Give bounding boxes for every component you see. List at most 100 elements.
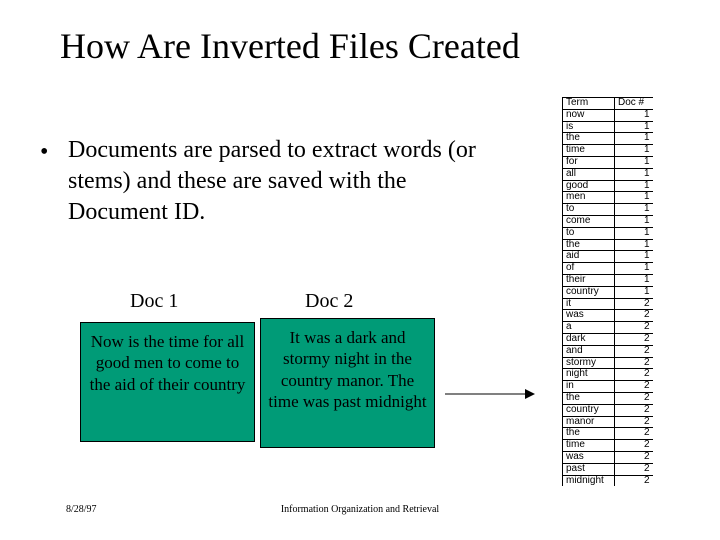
table-row: was2 bbox=[563, 451, 653, 463]
table-row: to1 bbox=[563, 227, 653, 239]
docnum-cell: 1 bbox=[615, 215, 653, 227]
docnum-cell: 1 bbox=[615, 180, 653, 192]
table-row: was2 bbox=[563, 310, 653, 322]
term-cell: to bbox=[563, 204, 615, 216]
doc1-box: Now is the time for all good men to come… bbox=[80, 322, 255, 442]
docnum-cell: 1 bbox=[615, 145, 653, 157]
term-cell: aid bbox=[563, 251, 615, 263]
term-cell: the bbox=[563, 392, 615, 404]
doc1-text: Now is the time for all good men to come… bbox=[87, 331, 248, 395]
docnum-cell: 1 bbox=[615, 121, 653, 133]
table-row: midnight2 bbox=[563, 475, 653, 486]
docnum-cell: 2 bbox=[615, 381, 653, 393]
doc2-box: It was a dark and stormy night in the co… bbox=[260, 318, 435, 448]
term-cell: time bbox=[563, 440, 615, 452]
term-cell: night bbox=[563, 369, 615, 381]
bullet-block: • Documents are parsed to extract words … bbox=[50, 135, 500, 229]
docnum-cell: 1 bbox=[615, 204, 653, 216]
footer-center: Information Organization and Retrieval bbox=[0, 504, 720, 515]
term-table: Term Doc # now1is1the1time1for1all1good1… bbox=[562, 97, 653, 486]
docnum-cell: 2 bbox=[615, 416, 653, 428]
term-cell: country bbox=[563, 286, 615, 298]
table-row: a2 bbox=[563, 322, 653, 334]
table-row: all1 bbox=[563, 168, 653, 180]
term-cell: all bbox=[563, 168, 615, 180]
docnum-cell: 1 bbox=[615, 227, 653, 239]
docnum-cell: 2 bbox=[615, 463, 653, 475]
docnum-cell: 2 bbox=[615, 404, 653, 416]
term-cell: country bbox=[563, 404, 615, 416]
table-row: now1 bbox=[563, 109, 653, 121]
term-cell: in bbox=[563, 381, 615, 393]
doc1-label: Doc 1 bbox=[130, 290, 178, 313]
table-row: come1 bbox=[563, 215, 653, 227]
term-cell: the bbox=[563, 239, 615, 251]
docnum-cell: 1 bbox=[615, 263, 653, 275]
term-cell: time bbox=[563, 145, 615, 157]
term-cell: to bbox=[563, 227, 615, 239]
docnum-cell: 2 bbox=[615, 428, 653, 440]
docnum-cell: 1 bbox=[615, 251, 653, 263]
docnum-cell: 2 bbox=[615, 392, 653, 404]
term-cell: men bbox=[563, 192, 615, 204]
table-row: men1 bbox=[563, 192, 653, 204]
table-row: the1 bbox=[563, 133, 653, 145]
docnum-cell: 2 bbox=[615, 322, 653, 334]
table-row: time2 bbox=[563, 440, 653, 452]
term-cell: midnight bbox=[563, 475, 615, 486]
header-doc: Doc # bbox=[615, 98, 653, 110]
docnum-cell: 1 bbox=[615, 239, 653, 251]
term-cell: is bbox=[563, 121, 615, 133]
term-cell: was bbox=[563, 451, 615, 463]
docnum-cell: 1 bbox=[615, 274, 653, 286]
term-cell: dark bbox=[563, 333, 615, 345]
table-row: stormy2 bbox=[563, 357, 653, 369]
table-row: is1 bbox=[563, 121, 653, 133]
table-row: dark2 bbox=[563, 333, 653, 345]
arrow-icon bbox=[445, 386, 535, 402]
table-row: aid1 bbox=[563, 251, 653, 263]
docnum-cell: 2 bbox=[615, 345, 653, 357]
docnum-cell: 2 bbox=[615, 369, 653, 381]
term-cell: come bbox=[563, 215, 615, 227]
docnum-cell: 2 bbox=[615, 451, 653, 463]
table-row: night2 bbox=[563, 369, 653, 381]
table-row: past2 bbox=[563, 463, 653, 475]
table-row: good1 bbox=[563, 180, 653, 192]
table-header: Term Doc # bbox=[563, 98, 653, 110]
table-row: of1 bbox=[563, 263, 653, 275]
term-cell: good bbox=[563, 180, 615, 192]
docnum-cell: 1 bbox=[615, 109, 653, 121]
header-term: Term bbox=[563, 98, 615, 110]
term-cell: past bbox=[563, 463, 615, 475]
docnum-cell: 1 bbox=[615, 156, 653, 168]
table-row: country1 bbox=[563, 286, 653, 298]
table-row: the2 bbox=[563, 428, 653, 440]
term-cell: and bbox=[563, 345, 615, 357]
term-cell: their bbox=[563, 274, 615, 286]
table-row: and2 bbox=[563, 345, 653, 357]
docnum-cell: 2 bbox=[615, 475, 653, 486]
table-row: it2 bbox=[563, 298, 653, 310]
docnum-cell: 1 bbox=[615, 192, 653, 204]
docnum-cell: 1 bbox=[615, 168, 653, 180]
docnum-cell: 2 bbox=[615, 440, 653, 452]
doc2-label: Doc 2 bbox=[305, 290, 353, 313]
doc2-text: It was a dark and stormy night in the co… bbox=[267, 327, 428, 412]
docnum-cell: 2 bbox=[615, 298, 653, 310]
table-row: country2 bbox=[563, 404, 653, 416]
table-row: the2 bbox=[563, 392, 653, 404]
table-row: for1 bbox=[563, 156, 653, 168]
docnum-cell: 1 bbox=[615, 286, 653, 298]
term-cell: for bbox=[563, 156, 615, 168]
docnum-cell: 2 bbox=[615, 357, 653, 369]
term-cell: a bbox=[563, 322, 615, 334]
bullet-text: Documents are parsed to extract words (o… bbox=[50, 135, 500, 229]
table-row: their1 bbox=[563, 274, 653, 286]
table-row: the1 bbox=[563, 239, 653, 251]
bullet-dot: • bbox=[40, 137, 48, 168]
docnum-cell: 2 bbox=[615, 310, 653, 322]
table-row: in2 bbox=[563, 381, 653, 393]
term-cell: stormy bbox=[563, 357, 615, 369]
table-row: to1 bbox=[563, 204, 653, 216]
